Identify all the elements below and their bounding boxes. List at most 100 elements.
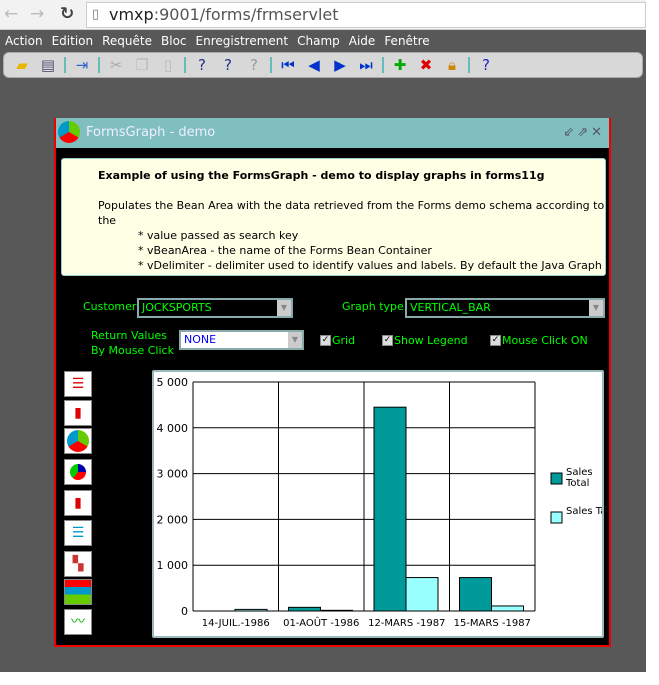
return-values-label: Return Values [91,329,167,342]
vertical-bar-2-graph-button[interactable]: ▮ [64,490,92,516]
chevron-down-icon[interactable]: ▼ [288,332,302,348]
graph-type-label: Graph type [342,300,404,313]
info-intro: Populates the Bean Area with the data re… [98,199,605,227]
info-bullet: * value passed as search key [138,229,299,242]
checkbox-checked-icon[interactable]: ✓ [320,335,331,346]
chevron-down-icon[interactable]: ▼ [589,300,603,316]
previous-record-icon[interactable]: ◀ [304,56,324,74]
first-record-icon[interactable]: ⏮ [278,56,298,74]
url-path: :9001/forms/frmservlet [153,5,339,24]
pie-graph-button[interactable] [64,428,92,454]
url-host: vmxp [109,5,154,24]
bar [459,577,492,612]
return-values-select[interactable]: NONE ▼ [179,330,304,350]
pie-legend-icon [70,464,86,480]
show-legend-label: Show Legend [394,334,468,347]
cut-icon[interactable]: ✂ [106,56,126,74]
last-record-icon[interactable]: ⏭ [356,56,376,74]
area-graph-button[interactable] [64,579,92,605]
browser-bar: ← → ↻ ▯ vmxp:9001/forms/frmservlet [0,0,646,30]
menu-requete[interactable]: Requête [102,31,152,51]
legend-swatch [550,511,563,524]
horizontal-bar-grid-graph-button[interactable]: ☰ [64,520,92,546]
reload-icon[interactable]: ↻ [60,4,74,24]
menu-enregistrement[interactable]: Enregistrement [196,31,289,51]
url-bar[interactable]: ▯ vmxp:9001/forms/frmservlet [86,2,646,28]
mouse-click-label: Mouse Click ON [502,334,588,347]
paste-icon[interactable]: ▯ [158,56,178,74]
window-titlebar[interactable]: FormsGraph - demo ⇙⇗✕ [56,118,609,148]
info-panel: Example of using the FormsGraph - demo t… [61,158,606,302]
menu-fenetre[interactable]: Fenêtre [384,31,429,51]
y-tick-label: 1 000 [157,559,189,572]
insert-record-icon[interactable]: ✚ [390,56,410,74]
customer-select[interactable]: JOCKSPORTS ▼ [137,298,293,318]
page-icon: ▯ [92,7,100,22]
next-record-icon[interactable]: ▶ [330,56,350,74]
menu-action[interactable]: Action [5,31,43,51]
bar [288,606,321,612]
info-bullet: * vBeanArea - the name of the Forms Bean… [138,244,432,257]
return-values-value: NONE [184,333,217,346]
copy-icon[interactable]: ❐ [132,56,152,74]
pie-legend-graph-button[interactable] [64,459,92,485]
save-icon[interactable]: ▰ [12,56,32,74]
close-icon[interactable]: ✕ [591,125,605,140]
pie-icon [67,430,89,452]
maximize-icon[interactable]: ⇗ [577,125,591,140]
x-tick-label: 14-JUIL.-1986 [202,618,270,629]
horizontal-bar-graph-button[interactable]: ☰ [64,371,92,397]
mouse-click-checkbox[interactable]: ✓ Mouse Click ON [490,334,588,347]
exit-icon[interactable]: ⇥ [72,56,92,74]
checkbox-checked-icon[interactable]: ✓ [382,335,393,346]
print-icon[interactable]: ▤ [38,56,58,74]
window-title: FormsGraph - demo [86,125,216,140]
menu-aide[interactable]: Aide [349,31,376,51]
bar [491,605,524,612]
separator [98,57,100,73]
forms-window: FormsGraph - demo ⇙⇗✕ Example of using t… [54,118,611,647]
separator [64,57,66,73]
back-icon[interactable]: ← [4,4,18,24]
menu-bar: Action Edition Requête Bloc Enregistreme… [0,31,646,51]
forward-icon[interactable]: → [30,4,44,24]
grid-label: Grid [332,334,356,347]
x-tick-label: 12-MARS -1987 [368,618,445,629]
3d-bar-graph-button[interactable]: ▚ [64,551,92,577]
separator [270,57,272,73]
y-tick-label: 5 000 [157,376,189,389]
info-heading: Example of using the FormsGraph - demo t… [98,169,545,182]
chevron-down-icon[interactable]: ▼ [277,300,291,316]
x-tick-label: 01-AOÛT -1986 [283,616,359,629]
help-icon[interactable]: ? [476,56,496,74]
lock-record-icon[interactable]: 🔒︎ [442,56,462,74]
separator [184,57,186,73]
grid-checkbox[interactable]: ✓ Grid [320,334,355,347]
enter-query-icon[interactable]: ? [192,56,212,74]
graph-type-value: VERTICAL_BAR [410,301,491,314]
return-values-label-2: By Mouse Click [91,344,174,357]
legend-label: Sales [566,467,593,478]
show-legend-checkbox[interactable]: ✓ Show Legend [382,334,468,347]
menu-champ[interactable]: Champ [297,31,340,51]
legend-label: Sales Tax [566,506,602,517]
graph-type-select[interactable]: VERTICAL_BAR ▼ [405,298,605,318]
bar [320,609,353,612]
legend-label: Total [565,478,589,489]
vertical-bar-graph-button[interactable]: ▮ [64,400,92,426]
menu-edition[interactable]: Edition [52,31,94,51]
separator [468,57,470,73]
customer-value: JOCKSPORTS [142,301,212,314]
menu-bloc[interactable]: Bloc [161,31,187,51]
checkbox-checked-icon[interactable]: ✓ [490,335,501,346]
minimize-icon[interactable]: ⇙ [563,125,577,140]
chart-area[interactable]: 0 1 000 2 000 3 000 4 000 5 000 14-JUIL.-1986 0… [152,370,604,638]
y-tick-label: 3 000 [157,468,189,481]
line-graph-button[interactable]: 〰 [64,609,92,635]
cancel-query-icon[interactable]: ? [244,56,264,74]
execute-query-icon[interactable]: ? [218,56,238,74]
customer-label: Customer [83,300,137,313]
bar [405,577,439,612]
delete-record-icon[interactable]: ✖ [416,56,436,74]
y-tick-label: 4 000 [157,422,189,435]
